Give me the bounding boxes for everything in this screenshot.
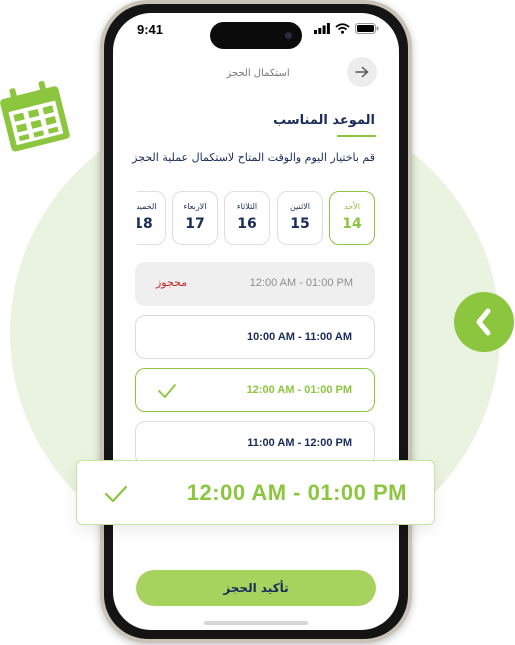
- selected-time: 12:00 AM - 01:00 PM: [186, 480, 407, 505]
- chevron-left-icon: [476, 308, 491, 336]
- time-slot[interactable]: 11:00 AM - 12:00 PM: [135, 421, 375, 465]
- chevron-left-button[interactable]: [454, 292, 514, 352]
- arrow-right-icon: [355, 66, 369, 78]
- signal-icon: [314, 23, 330, 34]
- day-number: 16: [237, 216, 257, 232]
- phone-frame: 9:41 استكمال الحجز الموعد المناسب قم باخ…: [100, 0, 412, 643]
- page-title: استكمال الحجز: [226, 68, 290, 79]
- day-option-sunday[interactable]: الأحد 14: [329, 191, 375, 245]
- title-underline: [337, 135, 376, 137]
- back-button[interactable]: [347, 57, 377, 87]
- status-time: 9:41: [137, 22, 164, 37]
- booked-badge: محجوز: [156, 276, 188, 289]
- slot-time: 11:00 AM - 12:00 PM: [247, 437, 352, 449]
- day-name: الاربعاء: [183, 202, 207, 211]
- day-option-tuesday[interactable]: الثلاثاء 16: [224, 191, 270, 245]
- time-slot[interactable]: 10:00 AM - 11:00 AM: [135, 315, 375, 359]
- time-slot-selected[interactable]: 12:00 AM - 01:00 PM: [135, 368, 375, 412]
- section-subtitle: قم باختيار اليوم والوقت المتاح لاستكمال …: [132, 151, 375, 164]
- selected-time-card: 12:00 AM - 01:00 PM: [76, 460, 435, 525]
- check-icon: [158, 384, 176, 398]
- day-number: 17: [185, 216, 205, 232]
- time-slot-booked: 12:00 AM - 01:00 PM محجوز: [135, 262, 375, 306]
- day-option-monday[interactable]: الاثنين 15: [277, 191, 323, 245]
- day-option-thursday[interactable]: الخميس 18: [137, 191, 166, 245]
- battery-icon: [355, 23, 379, 34]
- camera-dot: [285, 32, 292, 39]
- check-icon: [104, 485, 128, 503]
- day-number: 15: [290, 216, 310, 232]
- day-option-wednesday[interactable]: الاربعاء 17: [172, 191, 218, 245]
- slot-time: 12:00 AM - 01:00 PM: [249, 277, 353, 289]
- slot-time: 12:00 AM - 01:00 PM: [246, 384, 352, 396]
- day-selector: الأحد 14 الاثنين 15 الثلاثاء 16 الاربعاء…: [137, 190, 377, 246]
- day-name: الخميس: [137, 202, 157, 211]
- wifi-icon: [335, 23, 350, 34]
- home-indicator: [204, 621, 308, 625]
- calendar-icon: [0, 80, 70, 152]
- phone-screen: 9:41 استكمال الحجز الموعد المناسب قم باخ…: [113, 13, 399, 630]
- section-title: الموعد المناسب: [273, 113, 375, 128]
- day-number: 14: [342, 216, 362, 232]
- day-name: الاثنين: [290, 202, 310, 211]
- confirm-booking-button[interactable]: تأكيد الحجز: [136, 570, 376, 606]
- dynamic-island: [210, 22, 302, 49]
- slot-time: 10:00 AM - 11:00 AM: [247, 331, 352, 343]
- day-number: 18: [137, 216, 153, 232]
- day-name: الثلاثاء: [236, 202, 258, 211]
- status-icons: [314, 23, 379, 34]
- day-name: الأحد: [344, 202, 360, 211]
